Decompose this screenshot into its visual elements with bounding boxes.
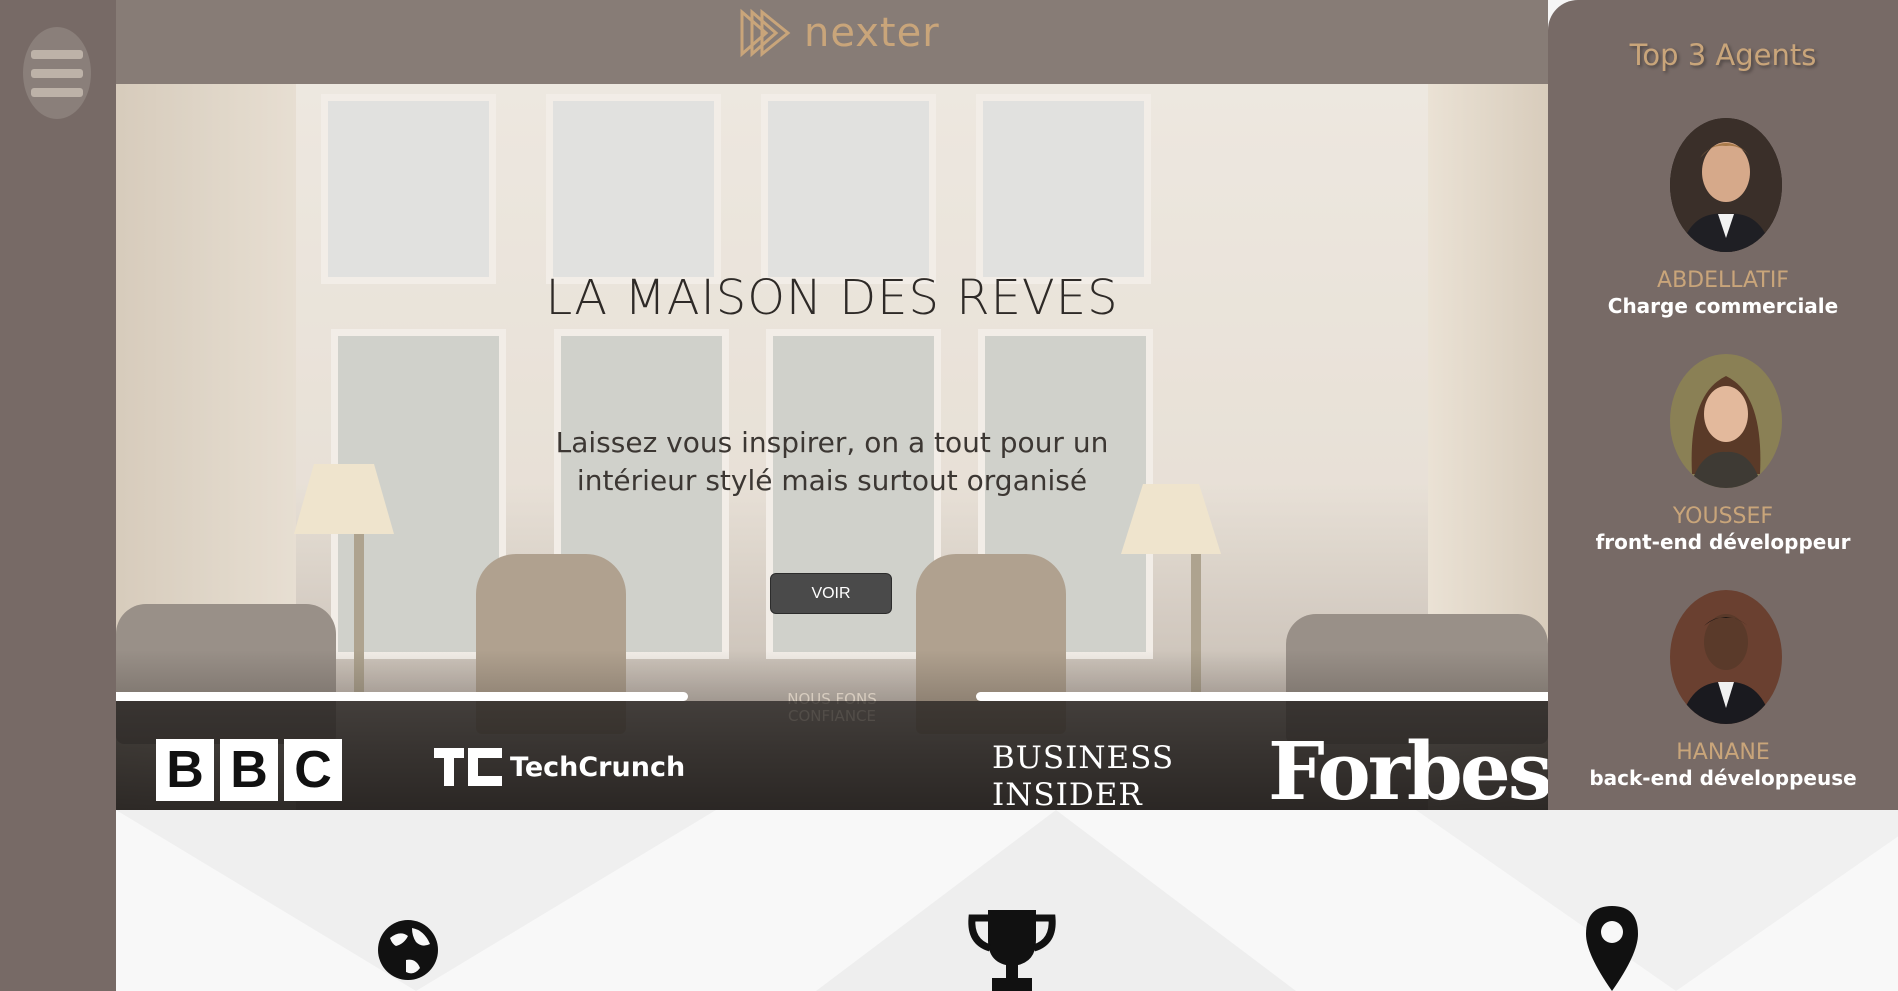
techcrunch-name: TechCrunch [510,751,686,783]
avatar-portrait [1670,590,1782,724]
agent-role: Charge commerciale [1607,294,1839,318]
top-agents-panel: Top 3 Agents ABDELLATIF Charge commercia… [1548,0,1898,810]
forbes-logo[interactable]: Forbes [1268,724,1548,810]
business-insider-line: BUSINESS [992,740,1175,776]
menu-bar [31,49,83,59]
logo[interactable]: nexter [738,8,940,58]
features-section [116,810,1898,991]
techcrunch-logo[interactable]: TechCrunch [434,748,685,786]
map-pin-icon[interactable] [1584,904,1640,991]
agent-role: back-end développeuse [1589,766,1857,790]
bbc-letter: B [156,739,214,801]
menu-bar [31,68,83,78]
left-sidebar [0,0,116,991]
avatar-portrait [1670,354,1782,488]
logo-text: nexter [804,10,940,56]
top-bar: nexter [116,0,1548,84]
hero-section: LA MAISON DES REVES Laissez vous inspire… [116,84,1548,810]
trophy-icon[interactable] [966,906,1058,991]
avatar[interactable] [1670,590,1782,724]
bbc-letter: C [284,739,342,801]
bbc-letter: B [220,739,278,801]
voir-button[interactable]: VOIR [770,573,892,614]
techcrunch-mark-icon [434,748,502,786]
hamburger-menu-icon[interactable] [23,27,91,119]
avatar[interactable] [1670,354,1782,488]
hero-subtitle: Laissez vous inspirer, on a tout pour un… [555,426,1109,497]
triple-play-arrow-icon [740,8,791,58]
avatar[interactable] [1670,118,1782,252]
business-insider-logo[interactable]: BUSINESS INSIDER [992,740,1174,810]
avatar-portrait [1670,118,1782,252]
agent-role: front-end développeur [1595,530,1851,554]
hero-title: LA MAISON DES REVES [545,270,1119,326]
background-triangle [1416,810,1898,991]
trust-divider-left [116,692,688,701]
agent-name: ABDELLATIF [1657,268,1789,293]
agents-title: Top 3 Agents [1629,38,1817,72]
trust-divider-right [976,692,1548,701]
menu-bar [31,87,83,97]
agent-name: HANANE [1676,740,1770,765]
business-insider-line: INSIDER [992,777,1143,810]
agent-name: YOUSSEF [1672,504,1774,529]
globe-icon[interactable] [376,910,440,990]
bbc-logo[interactable]: B B C [156,739,342,801]
